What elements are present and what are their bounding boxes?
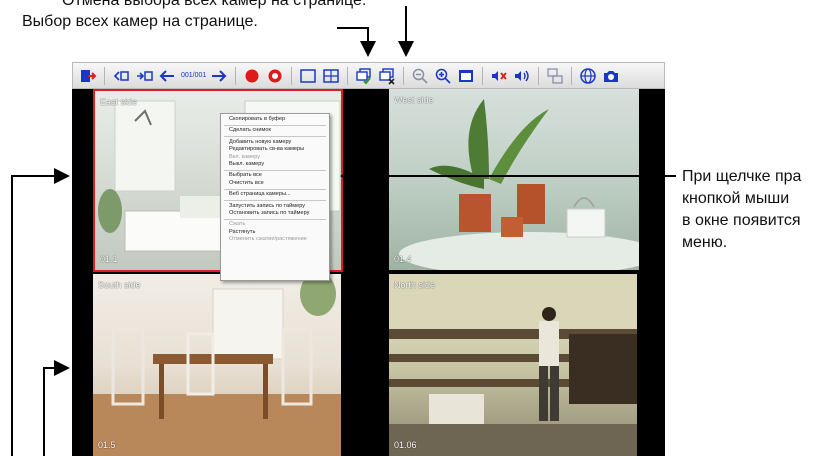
select-all-icon[interactable] <box>355 67 373 85</box>
web-icon[interactable] <box>579 67 597 85</box>
camera-label: East side <box>100 97 138 107</box>
camera-number: 01.5 <box>98 440 116 450</box>
plants-image <box>399 99 639 270</box>
menu-item-shrink: Сжать <box>229 221 246 228</box>
menu-item-camera-on: Вкл. камеру <box>229 153 261 160</box>
camera-label: West side <box>394 95 434 105</box>
shop-image <box>389 274 637 456</box>
switch-icon[interactable] <box>546 67 564 85</box>
caption-deselect-all: Отмена выбора всех камер на странице. <box>62 0 367 9</box>
fullscreen-icon[interactable] <box>457 67 475 85</box>
caption-line: меню. <box>682 234 728 251</box>
menu-item-camera-webpage[interactable]: Веб страница камеры... <box>221 191 329 198</box>
menu-item-camera-off[interactable]: Выкл. камеру <box>221 161 329 168</box>
toolbar-separator <box>235 66 236 85</box>
arrow-right-icon[interactable] <box>210 67 228 85</box>
context-menu: Скопировать в буфер Сделать снимок Добав… <box>220 113 330 281</box>
deselect-all-icon[interactable] <box>378 67 396 85</box>
caption-context-menu: При щелчке пра кнопкой мыши в окне появи… <box>682 166 801 254</box>
exit-icon[interactable] <box>79 67 97 85</box>
menu-item-stop-timer-record[interactable]: Остановить запись по таймеру <box>221 210 329 217</box>
menu-item-select-all[interactable]: Выбрать все <box>221 172 329 179</box>
camera-grid: East side 01.1 West side 01.4 South side… <box>72 89 665 456</box>
camera-view-south[interactable]: South side 01.5 <box>93 274 341 456</box>
single-view-icon[interactable] <box>299 67 317 85</box>
menu-separator <box>224 200 326 202</box>
caption-select-all: Выбор всех камер на странице. <box>22 13 258 30</box>
snapshot-icon[interactable] <box>602 67 620 85</box>
camera-label: North side <box>394 280 436 290</box>
stop-record-icon[interactable] <box>266 67 284 85</box>
next-camera-icon[interactable] <box>135 67 153 85</box>
menu-item-snapshot[interactable]: Сделать снимок <box>221 127 329 134</box>
speaker-icon[interactable] <box>513 67 531 85</box>
toolbar-separator <box>538 66 539 85</box>
camera-label: South side <box>98 280 141 290</box>
caption-line: кнопкой мыши <box>682 190 790 207</box>
dining-image <box>93 274 341 456</box>
menu-item-cancel-resize: Отменить сжатие/растяжение <box>229 236 307 243</box>
caption-line: При щелчке пра <box>682 168 802 185</box>
toolbar-separator <box>571 66 572 85</box>
arrow-left-icon[interactable] <box>158 67 176 85</box>
menu-separator <box>224 188 326 190</box>
caption-line: в окне появится <box>682 212 801 229</box>
menu-item-clear-all[interactable]: Очистить все <box>221 180 329 187</box>
page-counter: 001/001 <box>181 72 207 79</box>
zoom-out-icon[interactable] <box>411 67 429 85</box>
camera-number: 01.06 <box>394 440 417 450</box>
camera-number: 01.1 <box>100 254 118 264</box>
menu-item-add-camera[interactable]: Добавить новую камеру <box>221 139 329 146</box>
menu-separator <box>224 124 326 126</box>
menu-item-start-timer-record[interactable]: Запустить запись по таймеру <box>221 203 329 210</box>
mute-icon[interactable] <box>490 67 508 85</box>
menu-separator <box>224 169 326 171</box>
zoom-in-icon[interactable] <box>434 67 452 85</box>
menu-item-edit-camera[interactable]: Редактировать св-ва камеры <box>221 146 329 153</box>
camera-number: 01.4 <box>394 254 412 264</box>
toolbar-separator <box>104 66 105 85</box>
camera-view-north[interactable]: North side 01.06 <box>389 274 637 456</box>
menu-separator <box>224 136 326 138</box>
record-icon[interactable] <box>243 67 261 85</box>
toolbar: 001/001 <box>72 62 665 89</box>
toolbar-separator <box>291 66 292 85</box>
prev-camera-icon[interactable] <box>112 67 130 85</box>
toolbar-separator <box>482 66 483 85</box>
menu-item-stretch[interactable]: Растянуть <box>221 229 329 236</box>
toolbar-separator <box>403 66 404 85</box>
menu-separator <box>224 218 326 220</box>
camera-view-west[interactable]: West side 01.4 <box>389 89 639 270</box>
quad-view-icon[interactable] <box>322 67 340 85</box>
toolbar-separator <box>347 66 348 85</box>
menu-item-copy[interactable]: Скопировать в буфер <box>221 116 329 123</box>
